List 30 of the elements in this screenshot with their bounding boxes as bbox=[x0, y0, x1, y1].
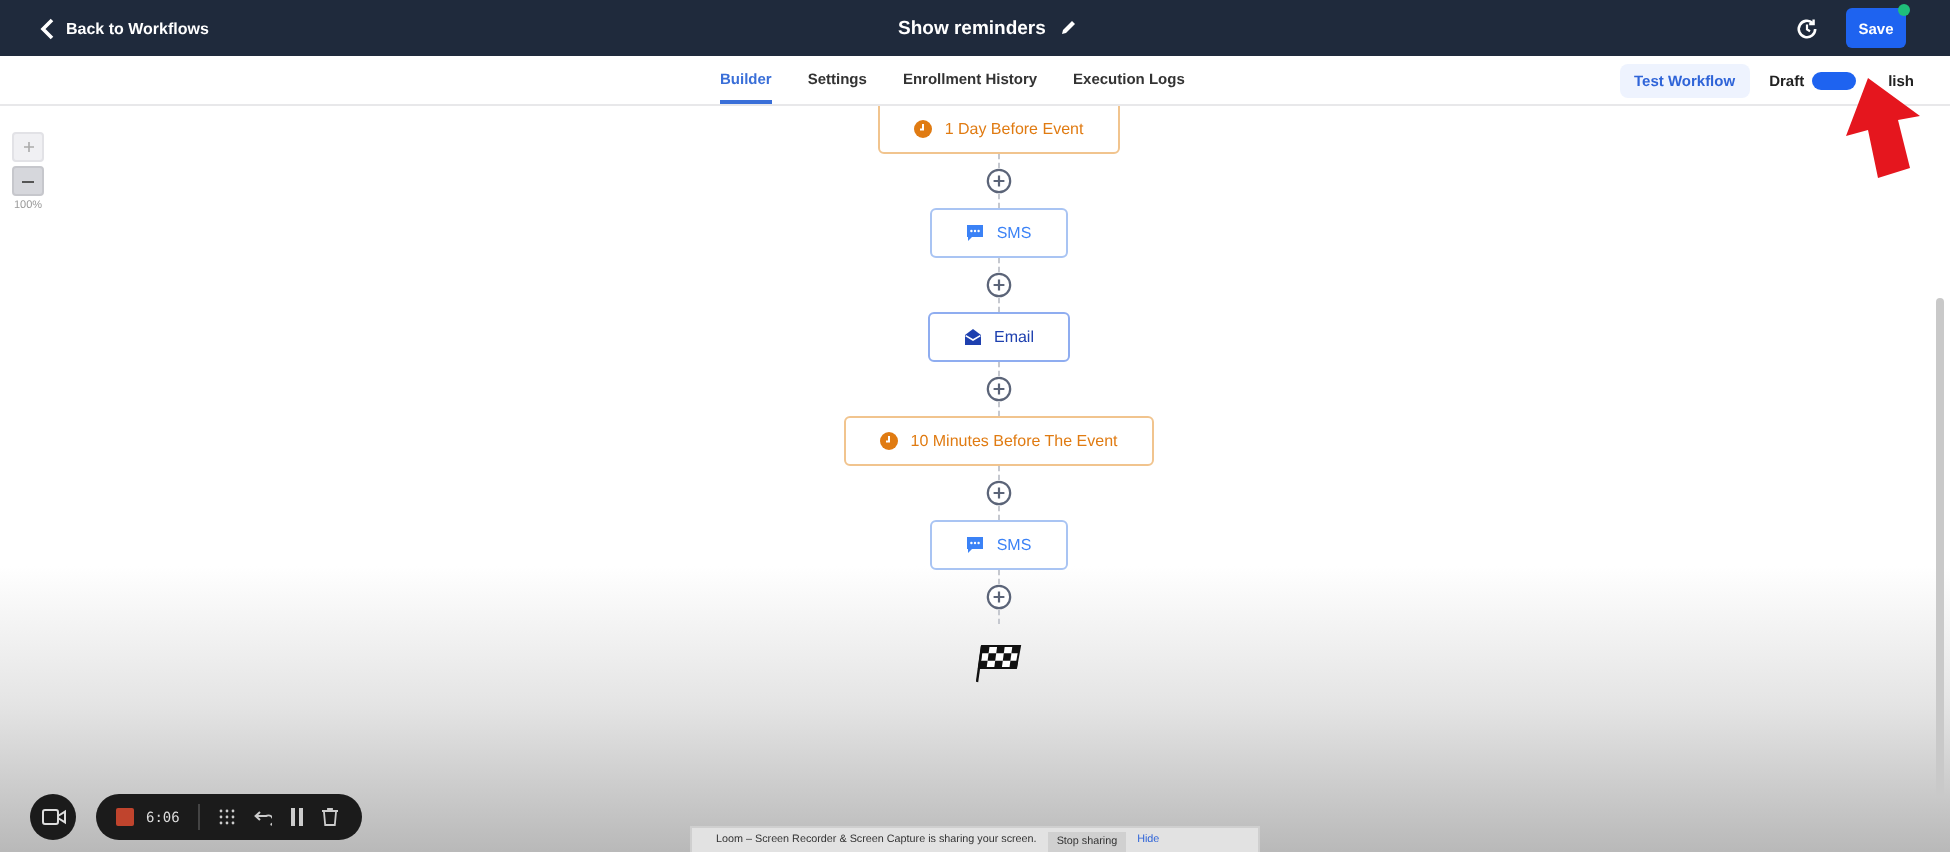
workflow-step[interactable]: 1 Day Before Event bbox=[878, 106, 1120, 154]
grid-icon[interactable] bbox=[217, 808, 236, 826]
zoom-out-button[interactable] bbox=[12, 166, 44, 196]
add-step-icon[interactable] bbox=[986, 584, 1012, 610]
plus-icon bbox=[23, 142, 33, 152]
add-step-icon[interactable] bbox=[986, 168, 1012, 194]
add-step-icon[interactable] bbox=[986, 272, 1012, 298]
envelope-icon bbox=[963, 328, 982, 346]
chevron-left-icon bbox=[40, 17, 54, 39]
history-icon[interactable] bbox=[1796, 17, 1818, 39]
clock-icon bbox=[880, 432, 899, 450]
workflow-step[interactable]: SMS bbox=[930, 520, 1068, 570]
workflow-title: Show reminders bbox=[898, 17, 1046, 39]
add-step-icon[interactable] bbox=[986, 376, 1012, 402]
pencil-icon[interactable] bbox=[1059, 20, 1076, 36]
chat-icon bbox=[966, 536, 985, 554]
workflow-step[interactable]: Email bbox=[927, 312, 1070, 362]
back-button[interactable]: Back to Workflows bbox=[40, 17, 209, 39]
clock-icon bbox=[914, 120, 933, 138]
video-camera-icon bbox=[41, 808, 65, 826]
chat-icon bbox=[966, 224, 985, 242]
minus-icon bbox=[22, 179, 34, 183]
trash-icon[interactable] bbox=[321, 808, 338, 826]
workflow-step[interactable]: 10 Minutes Before The Event bbox=[844, 416, 1154, 466]
add-step-icon[interactable] bbox=[986, 480, 1012, 506]
status-toggle[interactable] bbox=[1812, 71, 1857, 89]
workflow-step[interactable]: SMS bbox=[930, 208, 1068, 258]
undo-icon[interactable] bbox=[253, 809, 272, 825]
pause-icon[interactable] bbox=[289, 808, 304, 826]
checkered-flag-icon bbox=[975, 644, 1023, 684]
